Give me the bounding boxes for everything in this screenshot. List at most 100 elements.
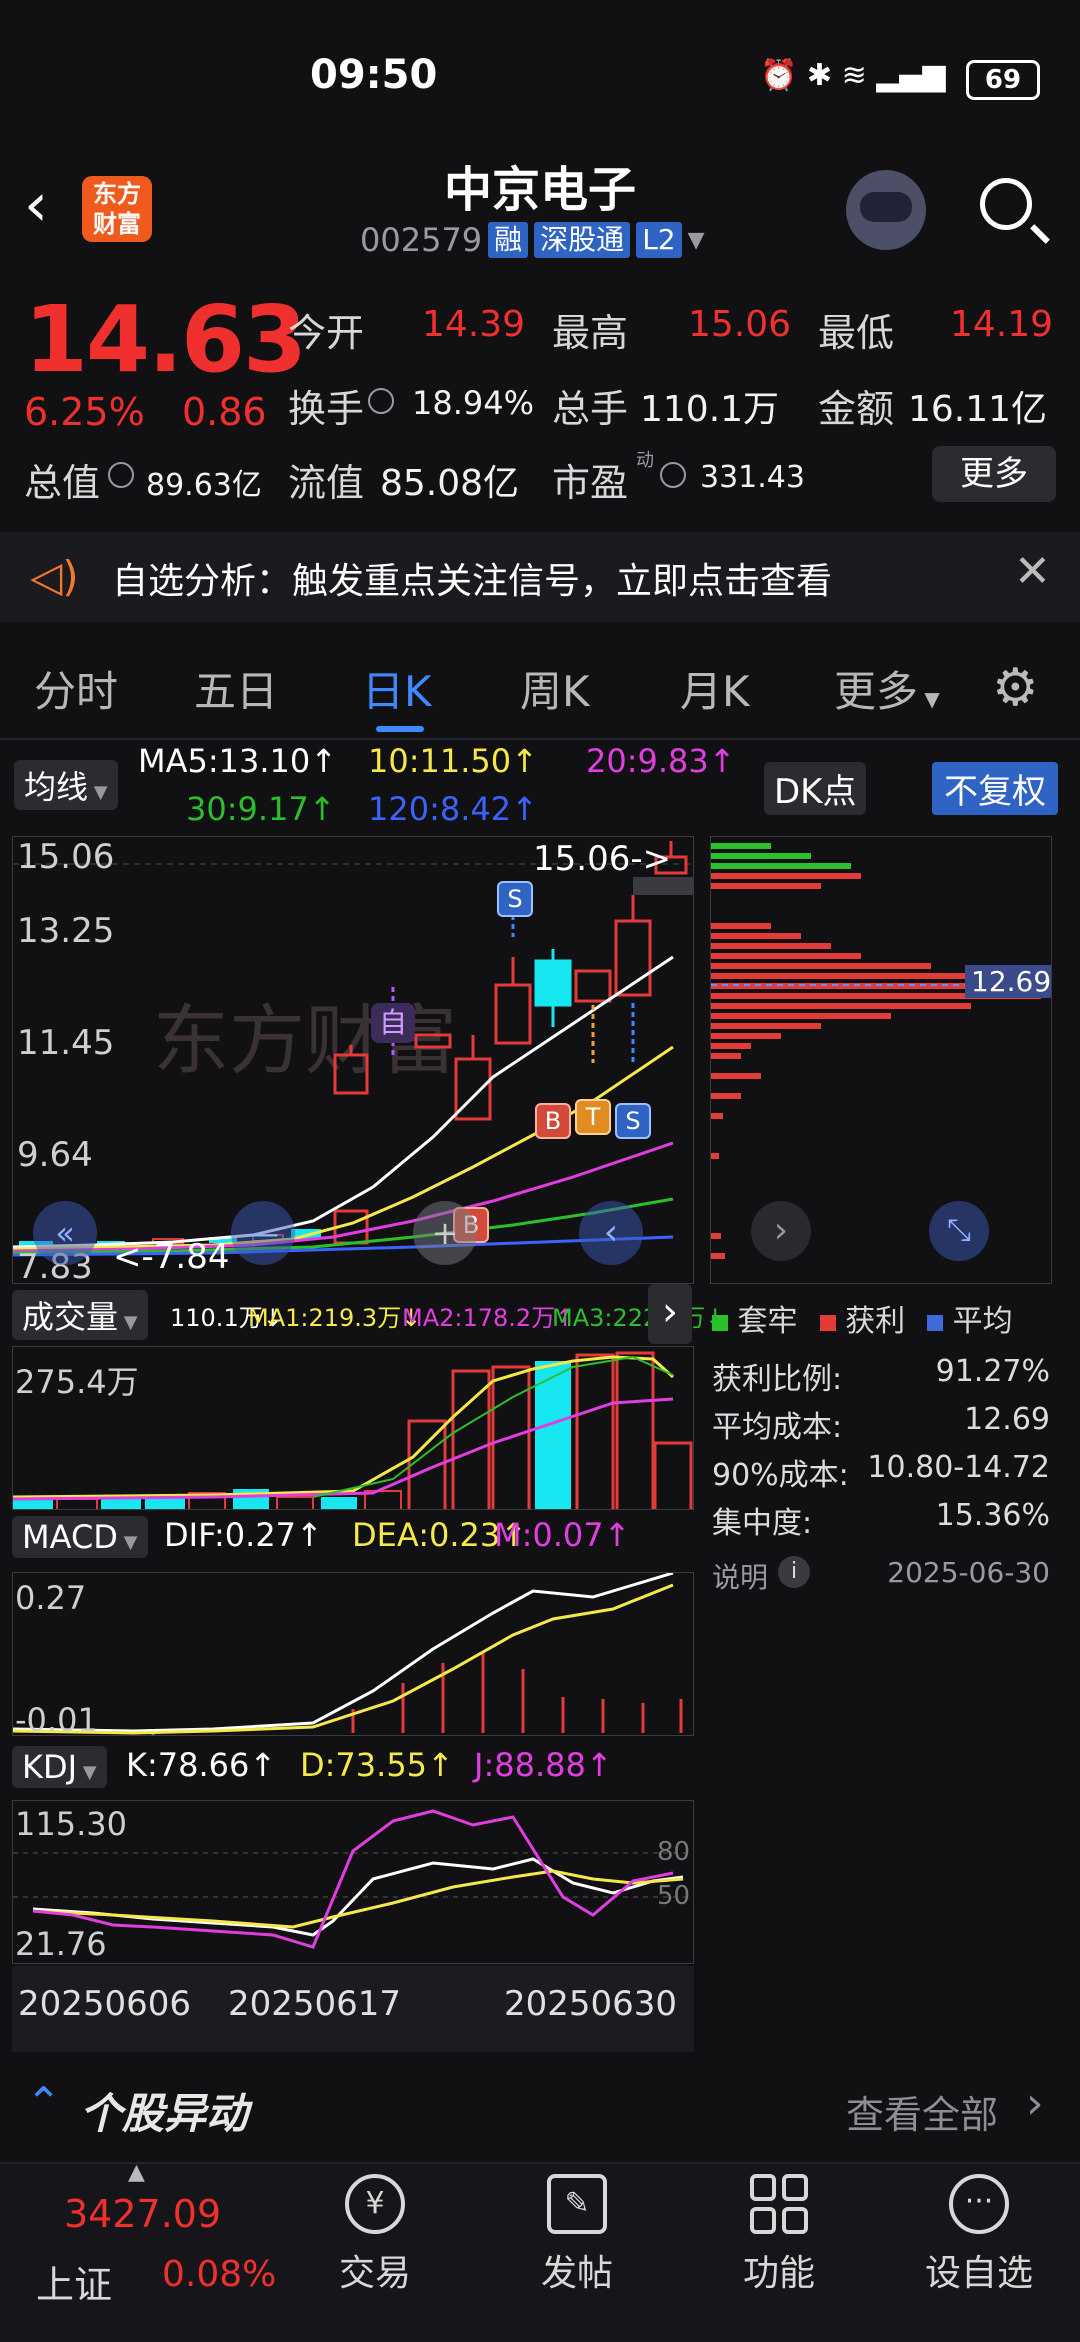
y-label: 9.64: [17, 1135, 93, 1175]
macd-svg: [13, 1573, 683, 1735]
ma120-value: 120:8.42↑: [368, 790, 538, 828]
tab-five-day[interactable]: 五日: [194, 658, 278, 719]
volume-bar: [276, 1496, 314, 1509]
watchlist-marker[interactable]: 自: [371, 1003, 415, 1043]
caret-up-icon: ▲: [128, 2160, 145, 2185]
index-value[interactable]: 3427.09: [64, 2192, 221, 2236]
t-signal-marker[interactable]: T: [575, 1099, 611, 1135]
date-label: 20250606: [18, 1984, 192, 2024]
nav-add-watchlist[interactable]: ··· 设自选: [904, 2174, 1054, 2296]
turnover-label: 换手: [288, 387, 365, 431]
chevron-down-icon[interactable]: ▼: [688, 228, 705, 253]
chip-bar: [711, 1013, 891, 1019]
volume-ma2: MA2:178.2万↑: [402, 1304, 576, 1332]
index-name[interactable]: 上证: [36, 2254, 112, 2309]
float-label: 流值: [288, 461, 365, 505]
adjust-button[interactable]: 不复权: [932, 762, 1058, 815]
chip-bar: [711, 973, 991, 979]
macd-m: M:0.07↑: [494, 1516, 631, 1554]
sell-signal-marker[interactable]: S: [497, 881, 533, 917]
more-button[interactable]: 更多: [932, 446, 1056, 502]
info-icon[interactable]: [368, 388, 394, 414]
chip-bar: [711, 853, 811, 859]
low-value: 14.19: [950, 304, 1054, 345]
macd-chart[interactable]: 0.27 -0.01: [12, 1572, 694, 1736]
volume-chart[interactable]: 275.4万: [12, 1346, 694, 1510]
ma20-line: [13, 1141, 674, 1253]
macd-selector-label: MACD: [22, 1518, 118, 1556]
chevron-right-icon[interactable]: ›: [1026, 2078, 1044, 2129]
concentration-value: 15.36%: [935, 1498, 1050, 1533]
scroll-left-icon[interactable]: ‹: [579, 1201, 643, 1265]
index-change[interactable]: 0.08%: [162, 2254, 276, 2295]
info-icon[interactable]: [108, 462, 134, 488]
sell-signal-marker[interactable]: S: [615, 1103, 651, 1139]
kdj-j: J:88.88↑: [474, 1746, 613, 1784]
avg-cost-label: 12.69: [965, 965, 1051, 998]
volume-selector-label: 成交量: [22, 1298, 119, 1336]
chevron-right-icon[interactable]: ›: [648, 1284, 692, 1344]
volume-selector[interactable]: 成交量 ▼: [12, 1290, 148, 1340]
volume-ma2-line: [13, 1397, 674, 1501]
chevron-up-icon: ⌃: [26, 2078, 62, 2127]
volume-value: 110.1万: [640, 389, 780, 430]
chip-bar: [711, 943, 831, 949]
kdj-y-bottom: 21.76: [15, 1925, 107, 1963]
chip-bar: [711, 1003, 971, 1009]
view-all-link[interactable]: 查看全部: [846, 2084, 998, 2139]
nav-trade-label: 交易: [338, 2253, 411, 2294]
tab-monthly-k[interactable]: 月K: [680, 658, 750, 719]
kline-chart[interactable]: 东方财富 15.06 13.25 11.45 9.64 7.83 15.06->…: [12, 836, 694, 1284]
pe-superscript: 动: [636, 450, 654, 471]
volume-bar: [653, 1441, 693, 1509]
legend-profit: 获利: [819, 1296, 905, 1340]
more-dots-icon: ···: [949, 2174, 1009, 2234]
chip-bar: [711, 873, 861, 879]
expand-icon[interactable]: ⤡: [929, 1201, 989, 1261]
float-value: 85.08亿: [380, 463, 520, 504]
info-icon[interactable]: [660, 462, 686, 488]
chip-distribution-chart[interactable]: 12.69 › ⤡: [710, 836, 1052, 1284]
gear-icon[interactable]: ⚙: [992, 658, 1039, 718]
dk-point-button[interactable]: DK点: [764, 762, 867, 815]
kdj-selector[interactable]: KDJ ▼: [12, 1746, 107, 1788]
macd-selector[interactable]: MACD ▼: [12, 1516, 148, 1558]
stock-code: 002579: [360, 221, 483, 259]
nav-post-label: 发帖: [540, 2253, 613, 2294]
kdj-chart[interactable]: 115.30 21.76 80 50: [12, 1800, 694, 1964]
amount-value: 16.11亿: [908, 389, 1048, 430]
ma20-value: 20:9.83↑: [586, 742, 736, 780]
legend-trapped: 套牢: [712, 1296, 798, 1340]
legend-average: 平均: [927, 1296, 1013, 1340]
chip-bar: [711, 1033, 781, 1039]
alert-banner[interactable]: ◁) 自选分析：触发重点关注信号，立即点击查看 ✕: [0, 532, 1080, 622]
search-icon[interactable]: [980, 178, 1050, 244]
info-icon[interactable]: i: [778, 1556, 810, 1588]
profit-ratio-label: 获利比例:: [712, 1362, 843, 1397]
buy-signal-marker[interactable]: B: [535, 1103, 571, 1139]
chevron-right-icon[interactable]: ›: [751, 1201, 811, 1261]
volume-y-label: 275.4万: [15, 1363, 139, 1401]
tab-daily-k[interactable]: 日K: [362, 658, 432, 719]
robot-assistant-icon[interactable]: [846, 170, 926, 250]
volume-label: 总手: [552, 387, 629, 431]
tag-l2: L2: [636, 222, 682, 258]
tab-more[interactable]: 更多 ▼: [834, 658, 940, 719]
macd-y-top: 0.27: [15, 1579, 87, 1617]
battery-icon: 69: [966, 60, 1040, 100]
zoom-in-icon[interactable]: +: [413, 1201, 477, 1265]
tab-intraday[interactable]: 分时: [34, 658, 118, 719]
ma-selector[interactable]: 均线 ▼: [14, 760, 118, 810]
zoom-out-icon[interactable]: —: [231, 1201, 295, 1265]
nav-functions[interactable]: 功能: [704, 2174, 854, 2296]
ma10-value: 10:11.50↑: [368, 742, 538, 780]
chip-bar: [711, 1073, 761, 1079]
close-icon[interactable]: ✕: [1014, 546, 1051, 597]
nav-post[interactable]: ✎ 发帖: [502, 2174, 652, 2296]
movement-bar[interactable]: ⌃ 个股异动 查看全部 ›: [0, 2070, 1080, 2150]
high-value: 15.06: [688, 304, 792, 345]
jump-start-icon[interactable]: «: [33, 1201, 97, 1265]
macd-dif: DIF:0.27↑: [164, 1516, 323, 1554]
nav-trade[interactable]: ¥ 交易: [300, 2174, 450, 2296]
tab-weekly-k[interactable]: 周K: [520, 658, 590, 719]
